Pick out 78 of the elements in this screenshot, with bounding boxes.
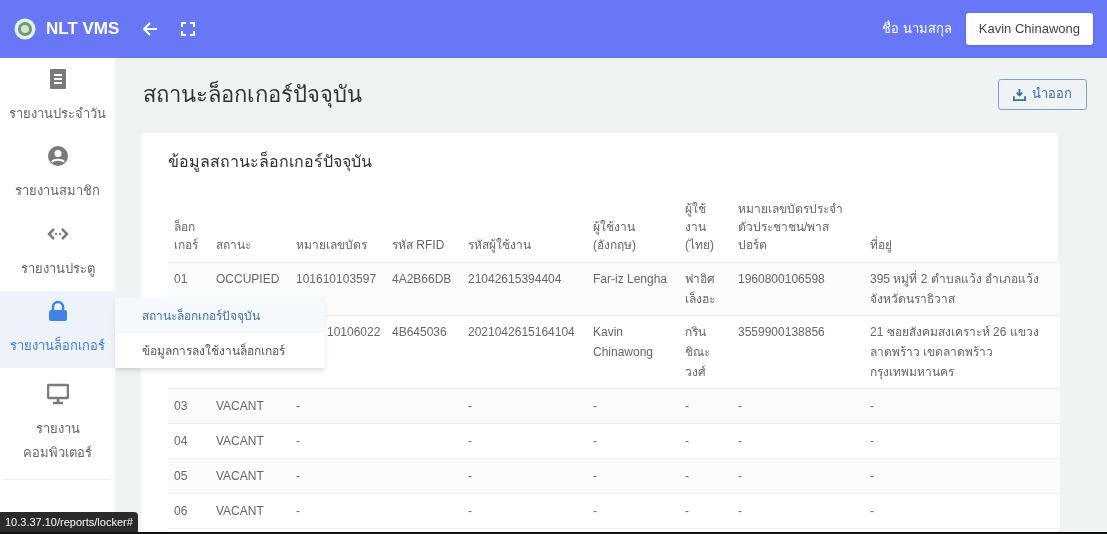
table-cell: 21 ซอยสังคมสงเคราะห์ 26 แขวง ลาดพร้าว เขตลาดพร้าว กรุงเทพมหานคร <box>870 325 1039 379</box>
column-header: ที่อยู่ <box>864 200 1060 263</box>
table-cell: ฟาอิศ เล็งฮะ <box>685 272 715 306</box>
table-cell: VACANT <box>216 469 264 483</box>
table-cell: 04 <box>174 434 188 448</box>
table-cell: - <box>593 399 597 413</box>
download-icon <box>1013 87 1026 101</box>
table-cell: 05 <box>174 469 188 483</box>
user-name-button[interactable]: Kavin Chinawong <box>965 13 1093 45</box>
table-cell: กริน ชิณะ วงศ์ <box>685 325 710 379</box>
table-cell: - <box>593 434 597 448</box>
column-header: ล็อก เกอร์ <box>168 200 210 263</box>
table-cell: 10106022 <box>327 325 381 339</box>
table-cell: - <box>870 469 874 483</box>
user-icon <box>46 145 69 168</box>
table-cell: 395 หมู่ที่ 2 ตำบลแว้ง อำเภอแว้ง จังหวัดนราธิวาส <box>870 272 1040 306</box>
monitor-icon <box>46 382 69 405</box>
table-cell: OCCUPIED <box>216 272 280 286</box>
sidebar-item[interactable]: รายงานสมาชิก <box>0 135 115 213</box>
user-label: ชื่อ นามสกุล <box>882 19 952 39</box>
table-cell: - <box>685 469 689 483</box>
table-cell: - <box>685 434 689 448</box>
table-cell: - <box>870 504 874 518</box>
table-cell: - <box>685 504 689 518</box>
table-cell: - <box>738 469 742 483</box>
sidebar-item[interactable]: รายงาน คอมพิวเตอร์ <box>0 368 115 479</box>
table-cell: - <box>296 399 300 413</box>
table-cell: 21042615394404 <box>468 272 562 286</box>
table-cell: - <box>468 399 472 413</box>
export-button[interactable]: นำออก <box>998 78 1087 110</box>
table-cell: - <box>870 399 874 413</box>
submenu-item[interactable]: สถานะล็อกเกอร์ปัจจุบัน <box>115 298 325 333</box>
column-header: รหัสผู้ใช้งาน <box>462 200 587 263</box>
table-cell: - <box>738 399 742 413</box>
logo-icon <box>14 18 36 40</box>
table-cell: 01 <box>174 272 188 286</box>
table-cell: - <box>296 469 300 483</box>
fullscreen-icon[interactable] <box>181 22 196 36</box>
table-cell: Far-iz Lengha <box>593 272 668 286</box>
table-cell: 101610103597 <box>296 272 377 286</box>
table-cell: VACANT <box>216 504 264 518</box>
table-cell: - <box>468 504 472 518</box>
table-cell: - <box>870 434 874 448</box>
column-header: หมายเลขบัตร <box>290 200 386 263</box>
table-cell: 1960800106598 <box>738 272 825 286</box>
table-cell: 2021042615164104 <box>468 325 575 339</box>
sidebar-item[interactable]: รายงานประตู <box>0 213 115 291</box>
page-title: สถานะล็อกเกอร์ปัจจุบัน <box>143 79 363 110</box>
status-url: 10.3.37.10/reports/locker# <box>0 512 138 532</box>
table-cell: 4B645036 <box>392 325 447 339</box>
sidebar-item[interactable]: รายงานล็อกเกอร์ <box>0 290 115 368</box>
table-cell: Kavin Chinawong <box>593 325 654 359</box>
table-cell: VACANT <box>216 434 264 448</box>
back-arrow-icon[interactable] <box>141 20 160 38</box>
table-cell: - <box>468 469 472 483</box>
table-cell: - <box>296 504 300 518</box>
table-cell: - <box>593 469 597 483</box>
app-name: NLT VMS <box>46 18 120 41</box>
table-cell: - <box>296 434 300 448</box>
table-cell: 06 <box>174 504 188 518</box>
table-cell: 03 <box>174 399 188 413</box>
card-title: ข้อมูลสถานะล็อกเกอร์ปัจจุบัน <box>168 150 373 174</box>
column-header: หมายเลขบัตรประจำ ตัวประชาชน/พาส ปอร์ต <box>732 200 864 263</box>
lock-icon <box>46 300 69 323</box>
table-cell: - <box>468 434 472 448</box>
table-cell: - <box>593 504 597 518</box>
column-header: ผู้ใช้ งาน (ไทย) <box>679 200 732 263</box>
sidebar-item[interactable]: รายงานประจำวัน <box>0 58 115 136</box>
table-cell: - <box>685 399 689 413</box>
column-header: ผู้ใช้งาน (อังกฤษ) <box>587 200 679 263</box>
column-header: รหัส RFID <box>386 200 462 263</box>
table-cell: VACANT <box>216 399 264 413</box>
table-cell: 4A2B66DB <box>392 272 452 286</box>
table-cell: - <box>738 504 742 518</box>
column-header: สถานะ <box>210 200 290 263</box>
table-cell: - <box>738 434 742 448</box>
submenu-item[interactable]: ข้อมูลการลงใช้งานล็อกเกอร์ <box>115 333 325 368</box>
table-cell: 3559900138856 <box>738 325 825 339</box>
